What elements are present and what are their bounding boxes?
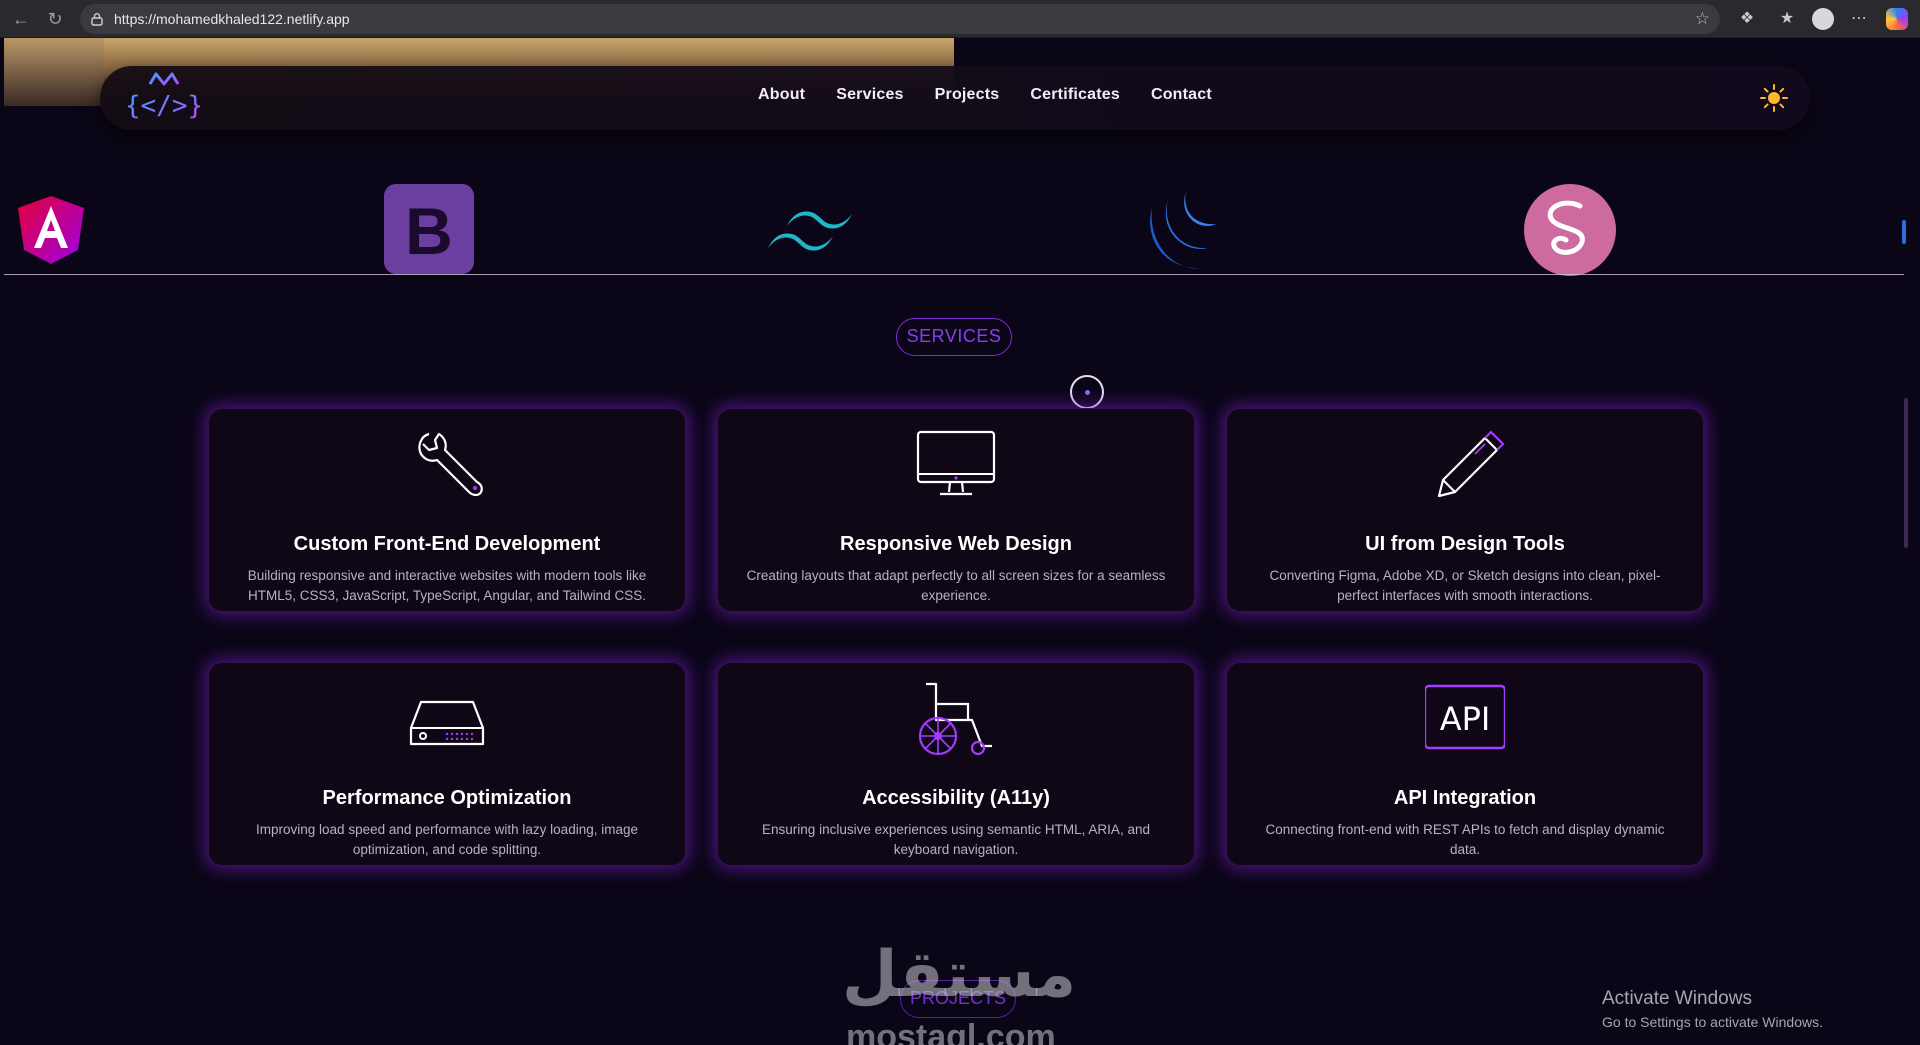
jquery-logo-icon xyxy=(1150,192,1216,269)
hero-image-strip-left xyxy=(4,38,104,106)
nav-certificates[interactable]: Certificates xyxy=(1030,86,1120,104)
sass-logo-icon xyxy=(1524,184,1616,276)
wheelchair-icon xyxy=(918,682,992,756)
site-navbar: {</>} About Services Projects Certificat… xyxy=(100,66,1810,130)
favorites-icon[interactable]: ★ xyxy=(1774,7,1800,33)
monitor-icon xyxy=(916,430,996,496)
activate-windows-subtitle: Go to Settings to activate Windows. xyxy=(1602,1014,1823,1030)
card-title: API Integration xyxy=(1393,787,1537,809)
card-description: Building responsive and interactive webs… xyxy=(247,568,647,603)
custom-cursor xyxy=(1070,375,1104,409)
service-card-responsive[interactable]: Responsive Web Design Creating layouts t… xyxy=(717,408,1195,612)
api-label: API xyxy=(1440,700,1491,738)
pencil-icon xyxy=(1437,430,1505,498)
lock-icon xyxy=(91,13,103,26)
tailwind-logo-icon xyxy=(768,211,852,251)
nav-about[interactable]: About xyxy=(758,86,805,104)
address-bar[interactable]: https://mohamedkhaled122.netlify.app ☆ xyxy=(80,4,1720,34)
nav-contact[interactable]: Contact xyxy=(1151,86,1212,104)
url-text[interactable]: https://mohamedkhaled122.netlify.app xyxy=(114,11,350,27)
service-card-api[interactable]: API API Integration Connecting front-end… xyxy=(1226,662,1704,866)
card-title: Performance Optimization xyxy=(322,787,572,809)
browser-toolbar: ← ↻ https://mohamedkhaled122.netlify.app… xyxy=(0,0,1920,38)
bootstrap-logo-icon: B xyxy=(384,184,474,274)
more-menu-icon[interactable]: ⋯ xyxy=(1846,7,1872,33)
card-description: Connecting front-end with REST APIs to f… xyxy=(1265,822,1665,857)
bootstrap-letter: B xyxy=(405,194,453,268)
card-title: Responsive Web Design xyxy=(840,533,1072,555)
page-viewport: {</>} About Services Projects Certificat… xyxy=(4,38,1908,1045)
watermark-latin: mostaql.com xyxy=(846,1018,1056,1045)
sun-icon[interactable] xyxy=(1760,84,1788,112)
page-scrollbar-thumb[interactable] xyxy=(1904,398,1908,548)
copilot-icon[interactable] xyxy=(1886,8,1908,30)
card-description: Ensuring inclusive experiences using sem… xyxy=(762,822,1150,857)
service-card-performance[interactable]: Performance Optimization Improving load … xyxy=(208,662,686,866)
back-arrow-icon[interactable]: ← xyxy=(8,6,34,32)
nav-services[interactable]: Services xyxy=(836,86,903,104)
extensions-icon[interactable]: ❖ xyxy=(1734,7,1760,33)
activate-windows-title: Activate Windows xyxy=(1602,988,1752,1009)
service-card-frontend[interactable]: Custom Front-End Development Building re… xyxy=(208,408,686,612)
profile-avatar[interactable] xyxy=(1812,8,1834,30)
card-title: Custom Front-End Development xyxy=(293,533,601,555)
angular-logo-icon xyxy=(18,196,84,264)
card-description: Creating layouts that adapt perfectly to… xyxy=(746,568,1166,603)
api-icon: API xyxy=(1425,684,1505,750)
reload-icon[interactable]: ↻ xyxy=(42,6,68,32)
service-card-design-tools[interactable]: UI from Design Tools Converting Figma, A… xyxy=(1226,408,1704,612)
watermark-arabic: مستقل xyxy=(842,938,1077,1012)
wrench-icon xyxy=(418,432,483,497)
service-card-accessibility[interactable]: Accessibility (A11y) Ensuring inclusive … xyxy=(717,662,1195,866)
hard-drive-icon xyxy=(409,700,485,746)
tech-logos-row: B xyxy=(4,138,1908,276)
services-badge: SERVICES xyxy=(896,318,1012,356)
card-description: Improving load speed and performance wit… xyxy=(256,822,638,857)
card-title: Accessibility (A11y) xyxy=(862,787,1050,809)
section-divider xyxy=(4,274,1904,275)
nav-links: About Services Projects Certificates Con… xyxy=(758,86,1212,104)
site-logo-icon[interactable]: {</>} xyxy=(128,70,200,126)
card-title: UI from Design Tools xyxy=(1365,533,1565,555)
cursor-dot xyxy=(1085,390,1090,395)
nav-projects[interactable]: Projects xyxy=(935,86,1000,104)
card-description: Converting Figma, Adobe XD, or Sketch de… xyxy=(1269,568,1661,603)
next-logo-edge xyxy=(1902,220,1906,244)
favorite-star-icon[interactable]: ☆ xyxy=(1695,9,1710,29)
svg-text:{</>}: {</>} xyxy=(128,91,200,121)
